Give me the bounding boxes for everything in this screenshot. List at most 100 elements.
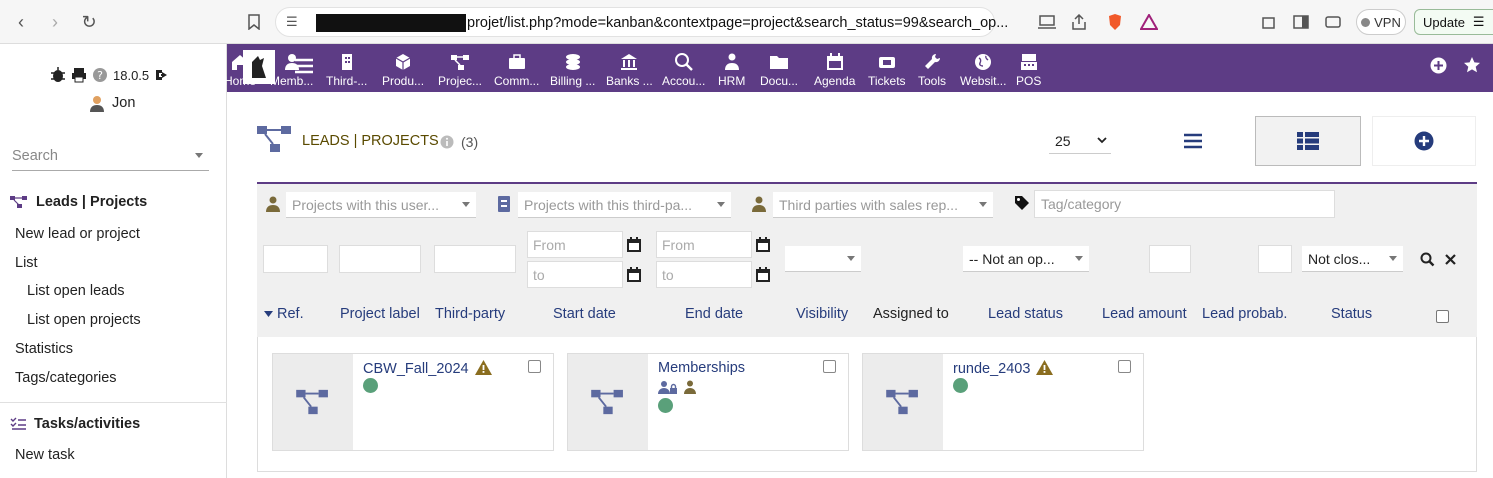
- filter-tag-input[interactable]: Tag/category: [1034, 190, 1335, 218]
- card-title[interactable]: Memberships: [658, 360, 745, 376]
- calendar-icon[interactable]: [627, 267, 641, 282]
- filter-ref-input[interactable]: [263, 245, 328, 273]
- nav-item-members[interactable]: Memb...: [270, 48, 313, 90]
- sidebar-item-open-projects[interactable]: List open projects: [27, 312, 141, 328]
- filter-end-from[interactable]: From: [656, 231, 752, 258]
- info-icon[interactable]: [440, 135, 454, 154]
- nav-item-pos[interactable]: POS: [1016, 48, 1041, 90]
- nav-item-third-parties[interactable]: Third-...: [326, 48, 367, 90]
- col-status[interactable]: Status: [1331, 306, 1372, 322]
- nav-item-home[interactable]: Home: [224, 48, 256, 90]
- reload-icon[interactable]: ↻: [78, 11, 100, 33]
- nav-item-websites[interactable]: Websit...: [960, 48, 1006, 90]
- col-visibility[interactable]: Visibility: [796, 306, 848, 322]
- sidebar-toggle-icon[interactable]: [1290, 11, 1312, 33]
- nav-item-projects[interactable]: Projec...: [438, 48, 482, 90]
- sidebar-section-tasks[interactable]: Tasks/activities: [10, 416, 140, 432]
- card-title[interactable]: runde_2403: [953, 360, 1054, 377]
- kanban-card[interactable]: CBW_Fall_2024: [272, 353, 554, 451]
- col-ref[interactable]: Ref.: [277, 306, 304, 322]
- filter-label-input[interactable]: [339, 245, 421, 273]
- cast-icon[interactable]: [1036, 11, 1058, 33]
- sidebar-item-open-leads[interactable]: List open leads: [27, 283, 125, 299]
- sidebar-item-list[interactable]: List: [15, 255, 38, 271]
- back-icon[interactable]: ‹: [10, 11, 32, 33]
- kanban-view-button[interactable]: [1255, 116, 1361, 166]
- kanban-card[interactable]: Memberships: [567, 353, 849, 451]
- vpn-button[interactable]: VPN: [1356, 9, 1406, 35]
- nav-item-documents[interactable]: Docu...: [760, 48, 798, 90]
- nav-item-tickets[interactable]: Tickets: [868, 48, 906, 90]
- tasks-icon: [10, 417, 26, 430]
- extensions-icon[interactable]: [1258, 11, 1280, 33]
- filter-start-to[interactable]: to: [527, 261, 623, 288]
- status-badge: [953, 378, 968, 398]
- card-checkbox[interactable]: [1118, 360, 1131, 373]
- update-button[interactable]: Update ☰: [1414, 9, 1493, 35]
- url-text: projet/list.php?mode=kanban&contextpage=…: [467, 15, 1009, 31]
- user-tools: ? 18.0.5: [50, 67, 170, 83]
- calendar-icon[interactable]: [756, 267, 770, 282]
- nav-item-products[interactable]: Produ...: [382, 48, 424, 90]
- col-start-date[interactable]: Start date: [553, 306, 616, 322]
- sidebar-search[interactable]: Search: [12, 143, 209, 171]
- filter-lead-amount-input[interactable]: [1149, 245, 1191, 273]
- nav-item-tools[interactable]: Tools: [918, 48, 946, 90]
- filter-user-select[interactable]: Projects with this user...: [286, 192, 476, 218]
- sidebar-item-new-project[interactable]: New lead or project: [15, 226, 140, 242]
- list-view-icon[interactable]: [1184, 133, 1202, 154]
- page-limit-select[interactable]: 25: [1049, 128, 1111, 154]
- kanban-card[interactable]: runde_2403: [862, 353, 1144, 451]
- col-third-party[interactable]: Third-party: [435, 306, 505, 322]
- nav-item-billing[interactable]: Billing ...: [550, 48, 595, 90]
- card-checkbox[interactable]: [528, 360, 541, 373]
- sidebar-item-new-task[interactable]: New task: [15, 447, 75, 463]
- filter-status-select[interactable]: Not clos...: [1302, 246, 1403, 272]
- brave-rewards-icon[interactable]: [1138, 11, 1160, 33]
- help-icon[interactable]: ?: [92, 67, 108, 83]
- nav-item-banks[interactable]: Banks ...: [606, 48, 653, 90]
- close-icon[interactable]: [1445, 254, 1456, 265]
- user-name: Jon: [112, 95, 136, 111]
- col-lead-status[interactable]: Lead status: [988, 306, 1063, 322]
- sidebar-item-statistics[interactable]: Statistics: [15, 341, 73, 357]
- filter-thirdparty-input[interactable]: [434, 245, 516, 273]
- col-end-date[interactable]: End date: [685, 306, 743, 322]
- nav-item-accounting[interactable]: Accou...: [662, 48, 705, 90]
- logout-icon[interactable]: [154, 67, 170, 83]
- search-icon[interactable]: [1420, 252, 1435, 267]
- address-bar[interactable]: ☰ projet/list.php?mode=kanban&contextpag…: [275, 7, 1008, 37]
- nav-item-agenda[interactable]: Agenda: [814, 48, 855, 90]
- user-info[interactable]: Jon: [88, 94, 135, 112]
- forward-icon[interactable]: ›: [44, 11, 66, 33]
- bookmarks-star-icon[interactable]: [1463, 56, 1481, 79]
- card-checkbox[interactable]: [823, 360, 836, 373]
- share-icon[interactable]: [1068, 11, 1090, 33]
- filter-lead-status-select[interactable]: -- Not an op...: [963, 246, 1089, 272]
- quick-add-icon[interactable]: [1430, 57, 1447, 79]
- print-icon[interactable]: [71, 67, 87, 83]
- bug-icon[interactable]: [50, 67, 66, 83]
- card-title[interactable]: CBW_Fall_2024: [363, 360, 492, 377]
- filter-lead-prob-input[interactable]: [1258, 245, 1292, 273]
- bookmark-icon[interactable]: [243, 11, 265, 33]
- filter-thirdparty-select[interactable]: Projects with this third-pa...: [518, 192, 731, 218]
- col-project-label[interactable]: Project label: [340, 306, 420, 322]
- col-lead-amount[interactable]: Lead amount: [1102, 306, 1187, 322]
- sidebar-section-projects[interactable]: Leads | Projects: [10, 194, 147, 210]
- calendar-icon[interactable]: [627, 237, 641, 252]
- brave-shield-icon[interactable]: [1104, 11, 1126, 33]
- wallet-icon[interactable]: [1322, 11, 1344, 33]
- sidebar-item-tags[interactable]: Tags/categories: [15, 370, 117, 386]
- site-settings-icon[interactable]: ☰: [286, 14, 298, 30]
- calendar-icon[interactable]: [756, 237, 770, 252]
- filter-start-from[interactable]: From: [527, 231, 623, 258]
- nav-item-commercial[interactable]: Comm...: [494, 48, 539, 90]
- filter-end-to[interactable]: to: [656, 261, 752, 288]
- col-lead-probab[interactable]: Lead probab.: [1202, 306, 1287, 322]
- filter-visibility-select[interactable]: [785, 246, 861, 272]
- new-project-button[interactable]: [1372, 116, 1476, 166]
- filter-salesrep-select[interactable]: Third parties with sales rep...: [773, 192, 993, 218]
- nav-item-hrm[interactable]: HRM: [718, 48, 745, 90]
- select-all-checkbox[interactable]: [1436, 310, 1449, 323]
